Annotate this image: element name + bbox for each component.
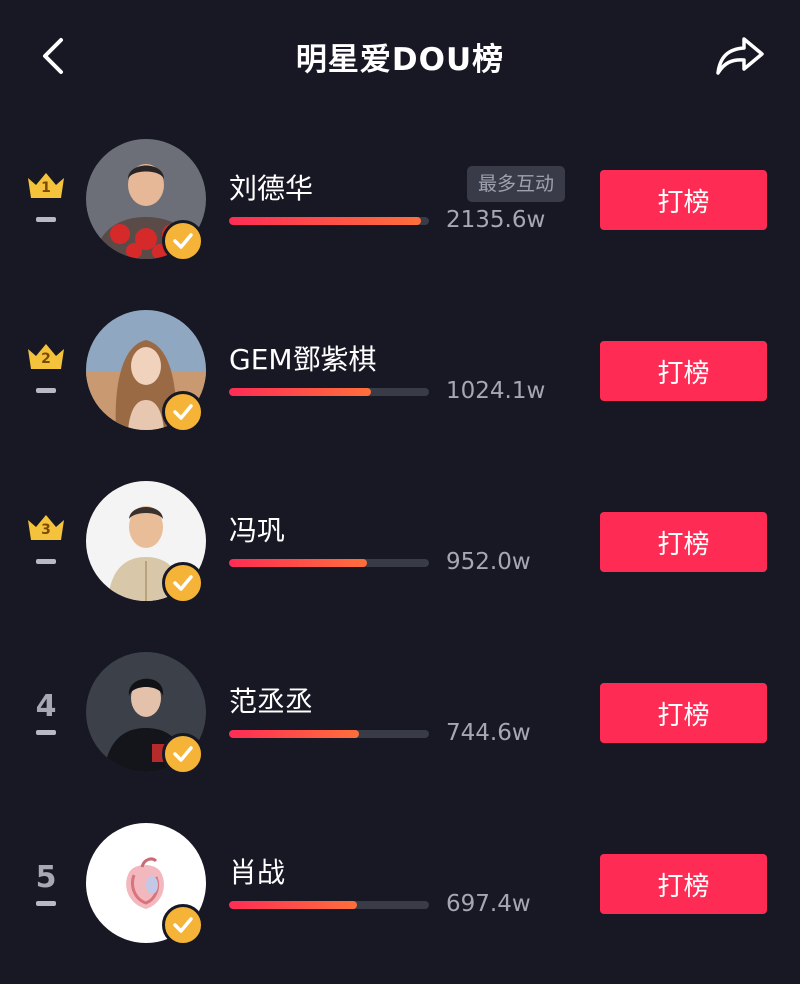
rank-indicator: 1: [20, 170, 72, 240]
rank-number: 1: [41, 180, 51, 196]
check-icon: [173, 575, 193, 591]
share-button[interactable]: [712, 32, 768, 80]
progress-fill: [229, 559, 367, 567]
check-icon: [173, 404, 193, 420]
rank-change-indicator: [36, 901, 56, 906]
vote-button[interactable]: 打榜: [600, 341, 767, 401]
progress-bar: [229, 217, 429, 225]
star-name: GEM鄧紫棋: [229, 343, 377, 376]
rank-indicator: 5: [20, 854, 72, 924]
progress-fill: [229, 901, 357, 909]
share-arrow-icon: [716, 37, 764, 75]
vote-button[interactable]: 打榜: [600, 683, 767, 743]
check-icon: [173, 746, 193, 762]
progress-bar: [229, 901, 429, 909]
rank-indicator: 4: [20, 683, 72, 753]
rank-number: 2: [41, 351, 51, 367]
progress-bar: [229, 559, 429, 567]
rank-indicator: 3: [20, 512, 72, 582]
progress-bar: [229, 730, 429, 738]
check-icon: [173, 233, 193, 249]
star-name: 冯巩: [229, 514, 286, 547]
page-title: 明星爱DOU榜: [295, 42, 505, 78]
header: 明星爱DOU榜: [0, 0, 800, 115]
list-item: 3 冯巩 952.0w 打榜: [0, 457, 800, 628]
verified-badge: [162, 733, 204, 775]
verified-badge: [162, 220, 204, 262]
progress-fill: [229, 217, 421, 225]
rank-indicator: 2: [20, 341, 72, 411]
rank-change-indicator: [36, 217, 56, 222]
score-value: 1024.1w: [446, 378, 546, 404]
score-value: 697.4w: [446, 891, 531, 917]
score-value: 952.0w: [446, 549, 531, 575]
star-name: 范丞丞: [229, 685, 314, 718]
progress-fill: [229, 730, 359, 738]
list-item: 5 肖战 697.4w 打榜: [0, 799, 800, 970]
list-item: 4 范丞丞 744.6w 打榜: [0, 628, 800, 799]
rank-change-indicator: [36, 730, 56, 735]
rank-change-indicator: [36, 559, 56, 564]
score-value: 2135.6w: [446, 207, 546, 233]
verified-badge: [162, 562, 204, 604]
star-name: 刘德华: [229, 172, 314, 205]
star-name: 肖战: [229, 856, 286, 889]
list-item: 2 GEM鄧紫棋 1024.1w 打榜: [0, 286, 800, 457]
score-value: 744.6w: [446, 720, 531, 746]
verified-badge: [162, 904, 204, 946]
vote-button[interactable]: 打榜: [600, 170, 767, 230]
vote-button[interactable]: 打榜: [600, 854, 767, 914]
rank-change-indicator: [36, 388, 56, 393]
rank-number: 3: [41, 522, 51, 538]
most-interaction-tag: 最多互动: [467, 166, 566, 202]
vote-button[interactable]: 打榜: [600, 512, 767, 572]
progress-fill: [229, 388, 371, 396]
verified-badge: [162, 391, 204, 433]
progress-bar: [229, 388, 429, 396]
check-icon: [173, 917, 193, 933]
rank-number: 4: [35, 689, 57, 724]
rank-number: 5: [35, 860, 57, 895]
ranking-list: 1 刘德华 最多互动 2135.6w 打榜 2 GEM鄧紫棋 1024.1w 打…: [0, 115, 800, 970]
list-item: 1 刘德华 最多互动 2135.6w 打榜: [0, 115, 800, 286]
